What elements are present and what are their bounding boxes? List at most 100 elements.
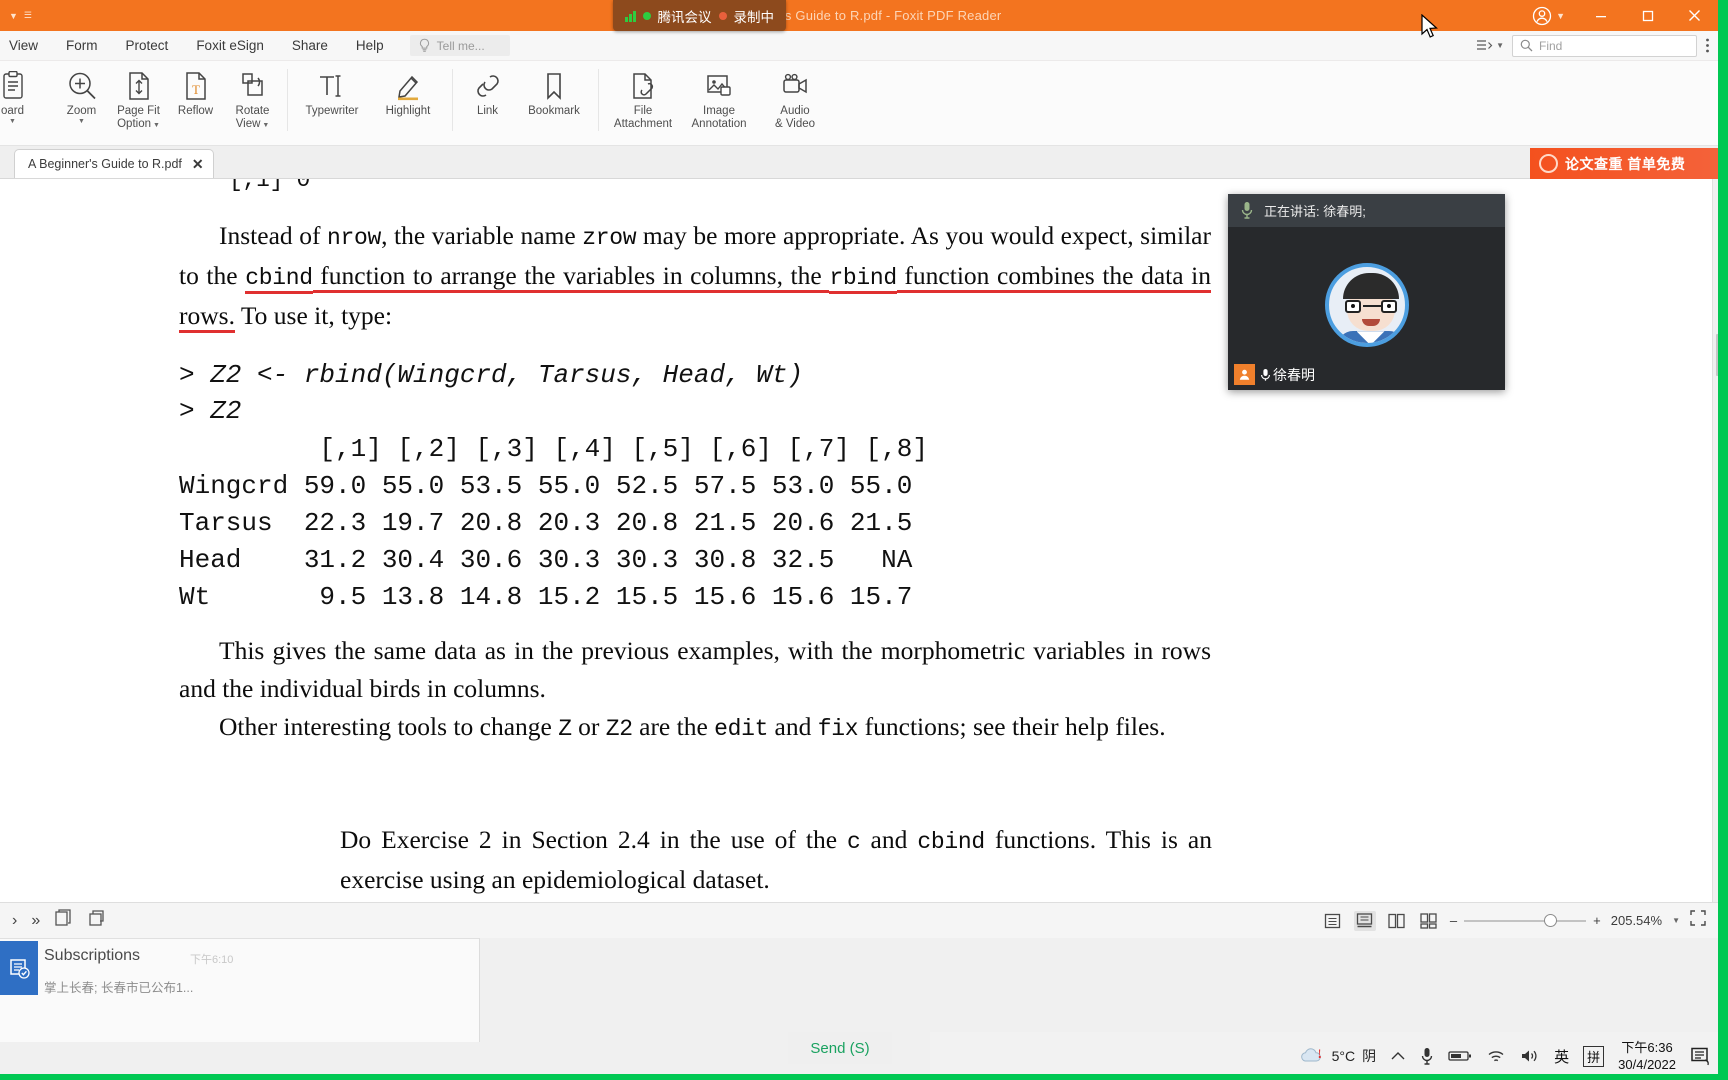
document-tab-strip: A Beginner's Guide to R.pdf ✕ ▼ — [0, 146, 1718, 179]
mic-small-icon — [1261, 368, 1270, 381]
menu-item-help[interactable]: Help — [342, 31, 398, 61]
news-notification-card[interactable]: Subscriptions 下午6:10 掌上长春; 长春市已公布1... — [0, 938, 480, 1042]
file-attachment-button[interactable]: File Attachment — [605, 61, 681, 131]
reflow-button[interactable]: T Reflow — [167, 61, 224, 118]
reflow-label: Reflow — [177, 105, 214, 117]
zoom-level-caret-icon[interactable]: ▼ — [1672, 916, 1680, 925]
zoom-in-button[interactable]: + — [1593, 913, 1601, 928]
bookmark-label: Bookmark — [528, 105, 580, 117]
menu-item-foxit-esign[interactable]: Foxit eSign — [182, 31, 278, 61]
p3-d: and — [768, 712, 818, 741]
rotate-view-dropdown-icon[interactable]: ▼ — [260, 122, 269, 129]
document-tab-label: A Beginner's Guide to R.pdf — [28, 157, 182, 171]
clipboard-dropdown-icon[interactable]: ▼ — [9, 118, 16, 126]
ribbon-group-clipboard: oard ▼ — [0, 61, 47, 146]
next-page-icon[interactable]: › — [12, 912, 17, 930]
video-call-panel[interactable]: 正在讲话: 徐春明; 徐春明 — [1228, 194, 1505, 390]
audio-video-label: Audio — [780, 105, 810, 117]
tencent-app-name: 腾讯会议 — [657, 9, 712, 25]
text-layout-icon — [1477, 40, 1493, 50]
typewriter-button[interactable]: Typewriter — [294, 61, 370, 118]
document-tab[interactable]: A Beginner's Guide to R.pdf ✕ — [14, 149, 214, 178]
p1-zrow: zrow — [582, 225, 637, 251]
battery-icon[interactable] — [1448, 1049, 1472, 1063]
paragraph-instead-of: Instead of nrow, the variable name zrow … — [179, 217, 1211, 335]
image-annotation-label: Image — [703, 105, 735, 117]
audio-video-button[interactable]: Audio & Video — [757, 61, 833, 131]
find-input[interactable]: Find — [1512, 34, 1697, 57]
menu-item-form[interactable]: Form — [52, 31, 112, 61]
single-page-layout-icon[interactable] — [1322, 911, 1344, 931]
notification-center-icon[interactable] — [1690, 1046, 1712, 1066]
last-page-icon[interactable]: » — [31, 912, 40, 930]
output-table-row-wt: Wt 9.5 13.8 14.8 15.2 15.5 15.6 15.6 15.… — [179, 582, 913, 612]
p1-nrow: nrow — [327, 225, 382, 251]
clock[interactable]: 下午6:36 30/4/2022 — [1618, 1039, 1676, 1073]
video-panel-body: 徐春明 — [1228, 227, 1505, 390]
participant-name-badge: 徐春明 — [1234, 364, 1315, 385]
page-fit-dropdown-icon[interactable]: ▼ — [151, 122, 160, 129]
ime-language-indicator[interactable]: 英 — [1554, 1046, 1569, 1067]
status-dot-icon — [642, 11, 651, 20]
ex-c: c — [847, 829, 861, 855]
two-page-layout-icon[interactable] — [1386, 911, 1408, 931]
clipboard-button[interactable]: oard ▼ — [0, 61, 41, 126]
file-attachment-icon — [629, 69, 657, 103]
image-annotation-button[interactable]: Image Annotation — [681, 61, 757, 131]
p1-b: , the variable name — [381, 221, 583, 250]
volume-icon[interactable] — [1520, 1048, 1540, 1064]
page-fit-option-button[interactable]: Page Fit Option ▼ — [110, 61, 167, 131]
ribbon-group-view: Zoom ▼ Page Fit Option ▼ T Reflow Rotate… — [47, 61, 287, 146]
duplicate-view-icon[interactable] — [87, 909, 106, 933]
tell-me-search[interactable]: Tell me... — [409, 35, 510, 56]
output-table-row-head: Head 31.2 30.4 30.6 30.3 30.3 30.8 32.5 … — [179, 545, 913, 575]
send-button[interactable]: Send (S) — [788, 1032, 892, 1064]
ime-pinyin-indicator[interactable]: 拼 — [1583, 1045, 1605, 1067]
highlight-button[interactable]: Highlight — [370, 61, 446, 118]
avatar — [1324, 263, 1409, 348]
code-line-1: > Z2 <- rbind(Wingcrd, Tarsus, Head, Wt) — [179, 360, 804, 390]
promo-banner[interactable]: 论文查重 首单免费 — [1530, 148, 1718, 179]
wifi-icon[interactable] — [1486, 1048, 1506, 1064]
zoom-out-button[interactable]: – — [1450, 913, 1457, 928]
screen-share-border-bottom — [0, 1074, 1728, 1080]
zoom-button[interactable]: Zoom ▼ — [53, 61, 110, 126]
p3-fix: fix — [817, 716, 859, 742]
zoom-dropdown-icon[interactable]: ▼ — [78, 118, 85, 126]
menu-item-share[interactable]: Share — [278, 31, 342, 61]
zoom-thumb[interactable] — [1544, 913, 1558, 927]
highlight-label: Highlight — [385, 105, 431, 117]
participant-avatar-icon — [1234, 364, 1255, 385]
text-settings-caret-icon[interactable]: ▼ — [1496, 41, 1504, 50]
two-page-continuous-icon[interactable] — [1418, 911, 1440, 931]
more-options-button[interactable] — [1705, 37, 1710, 54]
participant-name: 徐春明 — [1260, 365, 1315, 385]
text-settings-button[interactable]: ▼ — [1476, 38, 1504, 53]
microphone-tray-icon[interactable] — [1420, 1047, 1434, 1066]
prev-line-fragment: [,1] 0 — [229, 179, 311, 193]
show-hidden-icons-button[interactable] — [1390, 1050, 1406, 1062]
highlight-icon — [392, 69, 424, 103]
output-table-row-wingcrd: Wingcrd 59.0 55.0 53.5 55.0 52.5 57.5 53… — [179, 471, 913, 501]
zoom-slider[interactable]: – + — [1450, 913, 1601, 928]
search-icon — [1520, 39, 1533, 52]
snapshot-icon[interactable] — [54, 908, 73, 933]
window-title: A Beginner's Guide to R.pdf - Foxit PDF … — [716, 8, 1002, 23]
image-annotation-icon — [704, 69, 734, 103]
close-tab-icon[interactable]: ✕ — [192, 157, 204, 171]
windows-taskbar: 5°C 阴 英 拼 下午6:36 30/4/2022 — [930, 1032, 1728, 1080]
microphone-icon — [1241, 202, 1253, 219]
p1-cbind: cbind — [245, 265, 313, 294]
zoom-track[interactable] — [1464, 913, 1587, 927]
continuous-layout-icon[interactable] — [1353, 910, 1376, 931]
menu-item-view[interactable]: View — [0, 31, 52, 61]
tencent-meeting-overlay[interactable]: 腾讯会议 录制中 — [613, 0, 786, 31]
menu-item-protect[interactable]: Protect — [112, 31, 183, 61]
link-button[interactable]: Link — [459, 61, 516, 118]
app-root: ▼ ☰ A Beginner's Guide to R.pdf - Foxit … — [0, 0, 1728, 1080]
promo-label: 论文查重 首单免费 — [1565, 155, 1686, 172]
rotate-view-button[interactable]: Rotate View ▼ — [224, 61, 281, 131]
fullscreen-icon[interactable] — [1690, 910, 1706, 931]
weather-widget[interactable]: 5°C 阴 — [1299, 1046, 1376, 1066]
bookmark-button[interactable]: Bookmark — [516, 61, 592, 118]
